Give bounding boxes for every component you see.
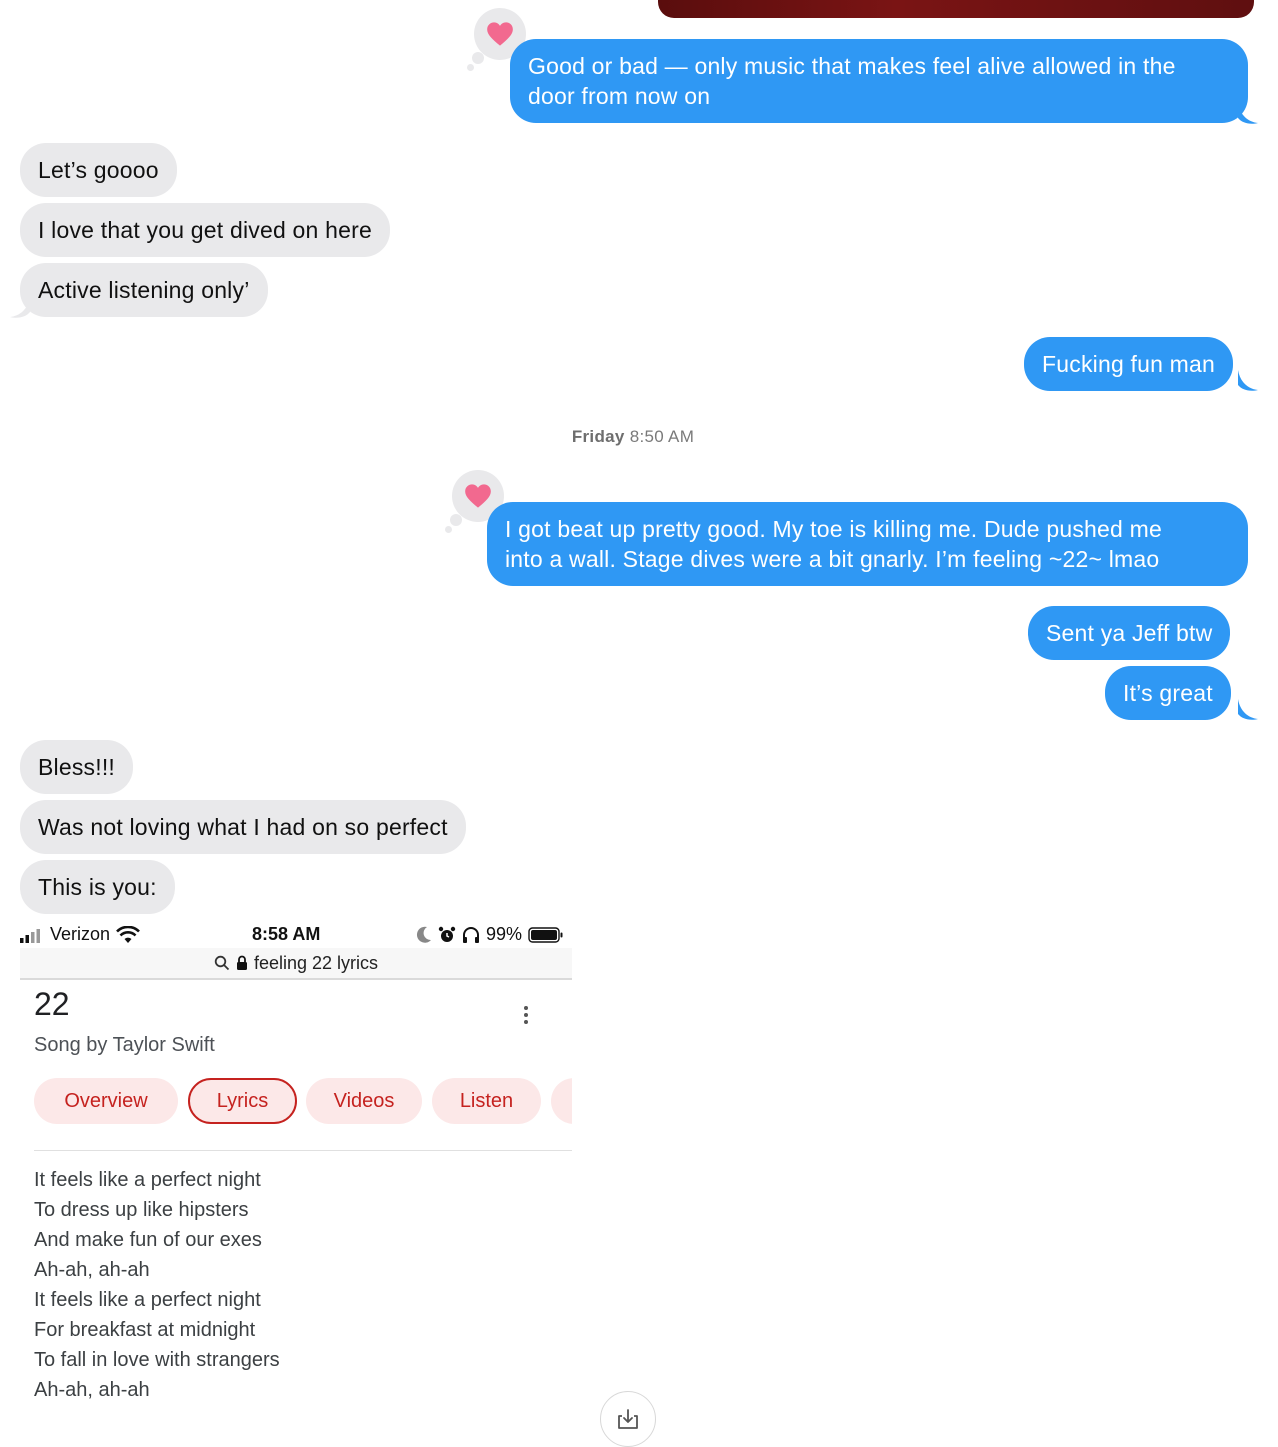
divider bbox=[34, 1150, 572, 1151]
lyric-line: For breakfast at midnight bbox=[34, 1319, 256, 1341]
tab-overview[interactable]: Overview bbox=[34, 1078, 178, 1124]
bubble-tail bbox=[1238, 103, 1258, 124]
download-icon bbox=[618, 1409, 638, 1429]
result-subtitle: Song by Taylor Swift bbox=[34, 1034, 215, 1056]
url-bar[interactable]: feeling 22 lyrics bbox=[20, 948, 572, 980]
message-text: Active listening only’ bbox=[38, 277, 250, 303]
lyric-line: It feels like a perfect night bbox=[34, 1169, 261, 1191]
outgoing-message[interactable]: I got beat up pretty good. My toe is kil… bbox=[487, 502, 1248, 586]
message-text: It’s great bbox=[1123, 680, 1213, 706]
message-text: Let’s goooo bbox=[38, 157, 159, 183]
message-text: Fucking fun man bbox=[1042, 351, 1216, 377]
lyric-line: Ah-ah, ah-ah bbox=[34, 1379, 150, 1401]
message-text: Good or bad — only music that makes feel… bbox=[528, 53, 1176, 79]
incoming-message[interactable]: Let’s goooo bbox=[20, 143, 177, 197]
incoming-message[interactable]: I love that you get dived on here bbox=[20, 203, 390, 257]
search-icon bbox=[214, 955, 230, 971]
message-text: door from now on bbox=[528, 83, 711, 109]
lyric-line: To dress up like hipsters bbox=[34, 1199, 249, 1221]
bubble-tail bbox=[1238, 370, 1258, 391]
tab-lyrics[interactable]: Lyrics bbox=[188, 1078, 297, 1124]
result-title: 22 bbox=[34, 986, 70, 1022]
message-text: I got beat up pretty good. My toe is kil… bbox=[505, 516, 1162, 542]
message-text: Sent ya Jeff btw bbox=[1046, 620, 1213, 646]
wifi-icon bbox=[116, 925, 140, 943]
message-text: This is you: bbox=[38, 874, 157, 900]
lyrics-block: It feels like a perfect night To dress u… bbox=[34, 1165, 280, 1405]
heart-icon bbox=[465, 484, 491, 508]
phone-time: 8:58 AM bbox=[252, 924, 321, 944]
outgoing-message[interactable]: Fucking fun man bbox=[1024, 337, 1234, 391]
battery-icon bbox=[528, 926, 563, 943]
alarm-icon bbox=[438, 926, 456, 942]
lyric-line-cutoff bbox=[34, 1430, 524, 1438]
lyric-line: And make fun of our exes bbox=[34, 1229, 262, 1251]
outgoing-message[interactable]: It’s great bbox=[1105, 666, 1231, 720]
incoming-message[interactable]: Active listening only’ bbox=[20, 263, 268, 317]
lyric-line: Ah-ah, ah-ah bbox=[34, 1259, 150, 1281]
tab-listen[interactable]: Listen bbox=[432, 1078, 541, 1124]
moon-icon bbox=[416, 926, 431, 943]
lyric-line: To fall in love with strangers bbox=[34, 1349, 280, 1371]
message-text: into a wall. Stage dives were a bit gnar… bbox=[505, 546, 1160, 572]
outgoing-message[interactable]: Good or bad — only music that makes feel… bbox=[510, 39, 1248, 123]
message-text: Was not loving what I had on so perfect bbox=[38, 814, 448, 840]
more-vert-icon[interactable] bbox=[518, 1004, 534, 1026]
message-text: Bless!!! bbox=[38, 754, 116, 780]
battery-percent: 99% bbox=[486, 924, 523, 944]
carrier-label: Verizon bbox=[50, 924, 111, 944]
message-text: I love that you get dived on here bbox=[38, 217, 372, 243]
incoming-message[interactable]: Bless!!! bbox=[20, 740, 134, 794]
lock-icon bbox=[236, 955, 247, 970]
download-button[interactable] bbox=[600, 1391, 656, 1447]
url-text: feeling 22 lyrics bbox=[253, 952, 379, 973]
screenshot-attachment[interactable]: Verizon 8:58 AM 99% feeling 22 lyrics 22… bbox=[20, 918, 572, 1444]
phone-status-bar: Verizon 8:58 AM 99% bbox=[20, 918, 572, 950]
bubble-tail bbox=[10, 297, 30, 318]
tab-videos[interactable]: Videos bbox=[306, 1078, 422, 1124]
outgoing-message[interactable]: Sent ya Jeff btw bbox=[1028, 606, 1231, 660]
incoming-message[interactable]: This is you: bbox=[20, 860, 175, 914]
signal-icon bbox=[20, 928, 40, 943]
bubble-tail bbox=[1238, 699, 1258, 720]
headphones-icon bbox=[463, 926, 479, 943]
tab-more[interactable] bbox=[551, 1078, 572, 1124]
incoming-message[interactable]: Was not loving what I had on so perfect bbox=[20, 800, 466, 854]
timestamp: Friday 8:50 AM bbox=[571, 427, 695, 446]
lyric-line: It feels like a perfect night bbox=[34, 1289, 261, 1311]
previous-image-attachment[interactable] bbox=[658, 0, 1254, 18]
heart-icon bbox=[487, 22, 513, 46]
